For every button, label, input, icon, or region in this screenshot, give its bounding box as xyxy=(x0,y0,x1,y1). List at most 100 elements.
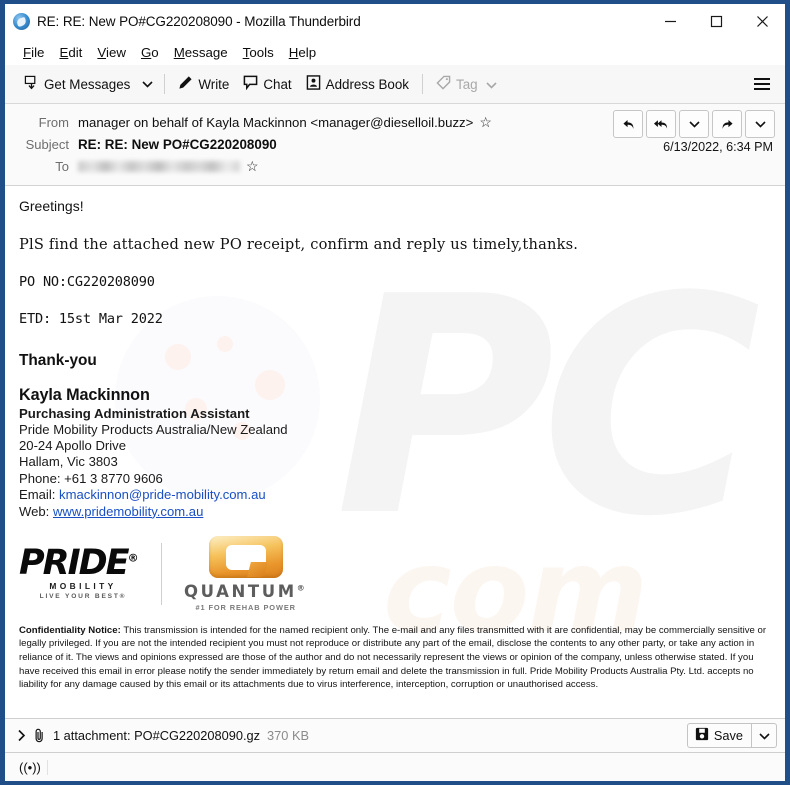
attachment-bar: 1 attachment: PO#CG220208090.gz 370 KB S… xyxy=(5,718,785,752)
quantum-logo: QUANTUM® #1 FOR REHAB POWER xyxy=(162,535,307,612)
quantum-q-icon xyxy=(208,535,283,578)
pride-registered-mark: ® xyxy=(127,551,139,565)
thunderbird-window: RE: RE: New PO#CG220208090 - Mozilla Thu… xyxy=(0,0,790,785)
from-value[interactable]: manager on behalf of Kayla Mackinnon <ma… xyxy=(78,115,473,130)
signature-block: Kayla Mackinnon Purchasing Administratio… xyxy=(19,386,771,520)
save-label: Save xyxy=(713,728,743,743)
message-body: PC com Greetings! PlS find the attached … xyxy=(5,186,785,718)
from-label: From xyxy=(38,114,69,130)
attachment-expand-button[interactable] xyxy=(15,727,33,744)
body-line-1: PlS find the attached new PO receipt, co… xyxy=(19,235,579,253)
confidentiality-notice: Confidentiality Notice: This transmissio… xyxy=(19,624,771,692)
signature-logos: PRIDE® MOBILITY LIVE YOUR BEST® QUANTUM®… xyxy=(19,535,771,612)
body-line-3: ETD: 15st Mar 2022 xyxy=(19,310,163,327)
to-label: To xyxy=(55,158,69,174)
message-content: Greetings! PlS find the attached new PO … xyxy=(19,198,771,692)
web-label: Web: xyxy=(19,503,50,519)
menu-help[interactable]: Help xyxy=(282,43,324,62)
message-header: From manager on behalf of Kayla Mackinno… xyxy=(5,104,785,186)
signature-address-2: Hallam, Vic 3803 xyxy=(19,454,118,470)
online-status-icon[interactable]: ((•)) xyxy=(13,759,48,775)
window-title: RE: RE: New PO#CG220208090 - Mozilla Thu… xyxy=(37,13,361,29)
title-bar: RE: RE: New PO#CG220208090 - Mozilla Thu… xyxy=(5,4,785,39)
quantum-tagline: #1 FOR REHAB POWER xyxy=(195,602,296,612)
toolbar-separator xyxy=(164,74,166,94)
signature-title: Purchasing Administration Assistant xyxy=(19,405,250,421)
menu-bar: File Edit View Go Message Tools Help xyxy=(5,39,785,65)
minimize-button[interactable] xyxy=(647,4,693,38)
attachment-save-group: Save xyxy=(686,723,777,748)
attachment-label[interactable]: 1 attachment: PO#CG220208090.gz xyxy=(53,728,260,743)
web-link[interactable]: www.pridemobility.com.au xyxy=(53,504,203,519)
email-label: Email: xyxy=(19,487,56,503)
pride-mobility-logo: PRIDE® MOBILITY LIVE YOUR BEST® xyxy=(19,542,162,605)
menu-go[interactable]: Go xyxy=(134,43,167,62)
save-dropdown-button[interactable] xyxy=(752,723,777,748)
close-button[interactable] xyxy=(739,4,785,38)
attachment-size: 370 KB xyxy=(267,728,310,743)
reply-all-button[interactable] xyxy=(646,110,676,138)
reply-button[interactable] xyxy=(613,110,643,138)
hamburger-icon-bar xyxy=(754,88,770,90)
floppy-disk-icon xyxy=(695,727,709,744)
signature-phone: Phone: +61 3 8770 9606 xyxy=(19,471,771,487)
signature-name: Kayla Mackinnon xyxy=(19,385,150,404)
body-line-2: PO NO:CG220208090 xyxy=(19,273,155,290)
quantum-word-text: QUANTUM xyxy=(184,581,297,601)
tag-label: Tag xyxy=(456,76,478,92)
chat-button[interactable]: Chat xyxy=(236,71,298,97)
from-star-icon[interactable]: ☆ xyxy=(479,115,492,129)
hamburger-icon-bar xyxy=(754,78,770,80)
menu-edit[interactable]: Edit xyxy=(52,43,90,62)
tag-button[interactable]: Tag xyxy=(429,71,504,97)
signature-company: Pride Mobility Products Australia/New Ze… xyxy=(19,421,288,437)
tag-dropdown-icon[interactable] xyxy=(486,77,497,92)
pride-logo-word: PRIDE® xyxy=(19,546,147,581)
phone-label: Phone: xyxy=(19,470,61,486)
save-attachment-button[interactable]: Save xyxy=(686,723,752,748)
address-book-button[interactable]: Address Book xyxy=(299,71,416,97)
signature-email: Email: kmackinnon@pride-mobility.com.au xyxy=(19,487,771,503)
menu-file[interactable]: File xyxy=(16,43,52,62)
menu-view[interactable]: View xyxy=(90,43,134,62)
phone-value: +61 3 8770 9606 xyxy=(64,470,163,486)
app-menu-button[interactable] xyxy=(745,74,779,94)
menu-message[interactable]: Message xyxy=(167,43,236,62)
get-messages-label: Get Messages xyxy=(44,76,131,92)
write-button[interactable]: Write xyxy=(171,71,236,97)
signature-web: Web: www.pridemobility.com.au xyxy=(19,504,771,520)
pride-logo-sub2: LIVE YOUR BEST® xyxy=(39,593,127,601)
subject-label: Subject xyxy=(25,136,69,152)
body-greeting: Greetings! xyxy=(19,198,84,214)
address-book-icon xyxy=(306,75,321,93)
maximize-button[interactable] xyxy=(693,4,739,38)
paperclip-icon xyxy=(33,728,46,743)
chat-label: Chat xyxy=(263,76,292,92)
to-star-icon[interactable]: ☆ xyxy=(246,159,259,173)
tag-icon xyxy=(436,75,451,93)
message-date: 6/13/2022, 6:34 PM xyxy=(663,140,773,154)
quantum-logo-word: QUANTUM® xyxy=(184,582,307,601)
window-controls xyxy=(647,4,785,38)
forward-button[interactable] xyxy=(712,110,742,138)
email-link[interactable]: kmackinnon@pride-mobility.com.au xyxy=(59,487,266,502)
chat-bubble-icon xyxy=(243,75,258,93)
reply-menu-button[interactable] xyxy=(679,110,709,138)
pride-word-text: PRIDE xyxy=(19,543,130,584)
toolbar-separator-2 xyxy=(422,74,424,94)
write-label: Write xyxy=(198,76,230,92)
to-value-redacted[interactable] xyxy=(78,160,240,172)
message-actions xyxy=(613,110,775,138)
hamburger-icon-bar xyxy=(754,83,770,85)
get-messages-button[interactable]: Get Messages xyxy=(17,71,137,97)
address-book-label: Address Book xyxy=(325,76,410,92)
pencil-icon xyxy=(178,75,193,93)
main-toolbar: Get Messages Write Chat Address Book Tag xyxy=(5,65,785,104)
confidentiality-text: This transmission is intended for the na… xyxy=(19,624,767,691)
body-closing: Thank-you xyxy=(19,351,97,369)
status-bar: ((•)) xyxy=(5,752,785,781)
signature-address-1: 20-24 Apollo Drive xyxy=(19,438,126,454)
more-actions-button[interactable] xyxy=(745,110,775,138)
menu-tools[interactable]: Tools xyxy=(236,43,282,62)
get-messages-dropdown[interactable] xyxy=(137,76,158,92)
